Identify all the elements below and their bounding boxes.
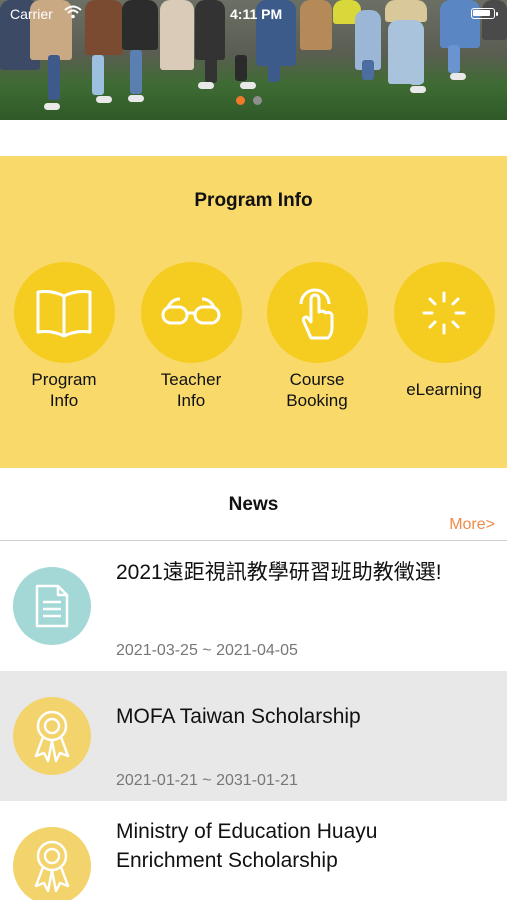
banner-photo-figure xyxy=(450,73,466,80)
teacher-info-button[interactable]: Teacher Info xyxy=(136,262,246,411)
banner-photo-figure xyxy=(268,60,280,82)
news-headline: MOFA Taiwan Scholarship xyxy=(116,705,361,728)
document-icon xyxy=(35,584,69,628)
news-headline: Ministry of Education Huayu Enrichment S… xyxy=(116,820,378,872)
news-title: News xyxy=(228,494,279,515)
carousel-dot-1[interactable] xyxy=(236,96,245,105)
banner-photo-figure xyxy=(240,82,256,89)
program-info-title: Program Info xyxy=(194,190,313,211)
award-ribbon-icon xyxy=(34,840,70,893)
course-booking-circle[interactable] xyxy=(266,262,368,363)
banner-photo-figure xyxy=(410,60,422,85)
carousel-page-indicator[interactable] xyxy=(236,96,262,105)
banner-photo-figure xyxy=(44,103,60,110)
program-info-circle[interactable] xyxy=(13,262,115,363)
news-item[interactable]: Ministry of Education Huayu Enrichment S… xyxy=(0,801,507,900)
news-headline: 2021遠距視訊教學研習班助教徵選! xyxy=(116,561,442,584)
banner-photo-figure xyxy=(235,55,247,81)
news-item[interactable]: 2021遠距視訊教學研習班助教徵選! 2021-03-25 ~ 2021-04-… xyxy=(0,541,507,671)
banner-photo-figure xyxy=(48,55,60,100)
news-icon-document xyxy=(13,567,91,645)
more-news-link[interactable]: More> xyxy=(449,516,495,534)
elearning-circle[interactable] xyxy=(393,262,495,363)
program-info-label: Program Info xyxy=(9,369,119,411)
news-icon-award xyxy=(13,697,91,775)
clock-label: 4:11 PM xyxy=(230,6,283,22)
program-info-label-line2: Info xyxy=(49,391,79,410)
course-booking-label: Course Booking xyxy=(262,369,372,411)
teacher-info-label: Teacher Info xyxy=(136,369,246,411)
program-info-section: Program Info Program Info Teacher Info C… xyxy=(0,156,507,468)
banner-photo-figure xyxy=(130,50,142,94)
elearning-button[interactable]: eLearning xyxy=(389,262,499,400)
news-date: 2021-01-21 ~ 2031-01-21 xyxy=(116,772,298,789)
program-info-label-line1: Program xyxy=(31,370,97,389)
banner-photo-figure xyxy=(362,60,374,80)
loading-spinner-icon xyxy=(422,291,466,334)
open-book-icon xyxy=(36,289,92,337)
tap-hand-icon xyxy=(299,288,334,339)
banner-photo-figure xyxy=(205,55,217,83)
banner-photo-figure xyxy=(92,55,104,95)
teacher-info-circle[interactable] xyxy=(140,262,242,363)
battery-icon xyxy=(471,8,498,19)
elearning-label-line1: eLearning xyxy=(406,380,482,399)
banner-photo-figure xyxy=(448,45,460,73)
banner-photo-figure xyxy=(128,95,144,102)
news-date: 2021-03-25 ~ 2021-04-05 xyxy=(116,642,298,659)
banner-carousel[interactable]: Carrier 4:11 PM xyxy=(0,0,507,120)
wifi-icon xyxy=(64,5,82,19)
banner-photo-figure xyxy=(198,82,214,89)
course-booking-label-line1: Course xyxy=(289,370,345,389)
carousel-dot-2[interactable] xyxy=(253,96,262,105)
news-icon-award xyxy=(13,827,91,900)
elearning-label: eLearning xyxy=(389,379,499,400)
news-item[interactable]: MOFA Taiwan Scholarship 2021-01-21 ~ 203… xyxy=(0,671,507,801)
teacher-info-label-line2: Info xyxy=(176,391,206,410)
carrier-label: Carrier xyxy=(10,6,53,22)
teacher-info-label-line1: Teacher xyxy=(160,370,222,389)
glasses-icon xyxy=(161,297,221,324)
banner-photo-figure xyxy=(410,86,426,93)
banner-photo-figure xyxy=(96,96,112,103)
course-booking-button[interactable]: Course Booking xyxy=(262,262,372,411)
award-ribbon-icon xyxy=(34,710,70,763)
course-booking-label-line2: Booking xyxy=(286,391,348,410)
status-bar: Carrier 4:11 PM xyxy=(0,0,507,28)
program-info-button[interactable]: Program Info xyxy=(9,262,119,411)
